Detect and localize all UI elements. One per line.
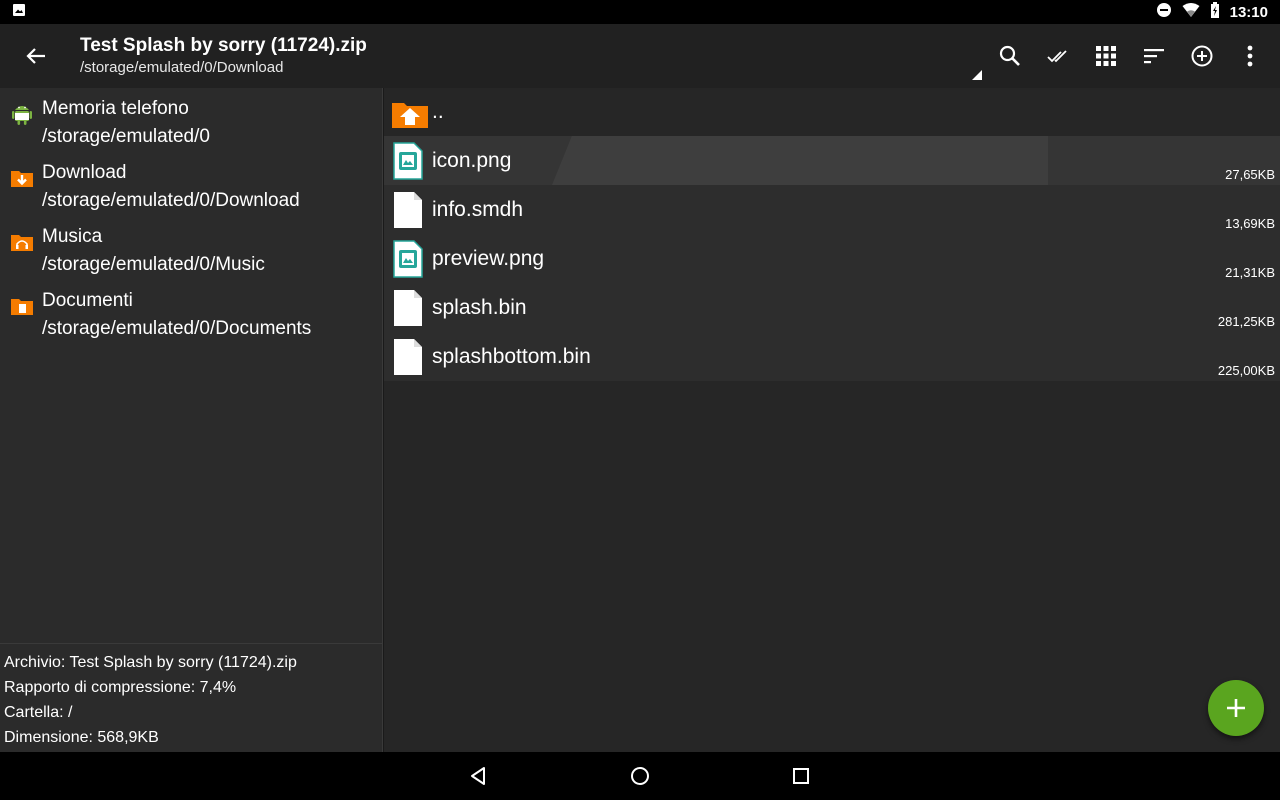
bookmark-music[interactable]: Musica /storage/emulated/0/Music — [0, 216, 382, 280]
file-name: .. — [432, 100, 444, 123]
more-vert-icon — [1247, 45, 1253, 67]
add-button[interactable] — [1178, 32, 1226, 80]
parent-folder-row[interactable]: .. — [384, 88, 1280, 136]
page-title: Test Splash by sorry (11724).zip — [80, 35, 367, 56]
path-dropdown-indicator[interactable] — [972, 70, 982, 80]
generic-file-icon — [392, 190, 424, 230]
android-icon — [10, 102, 34, 126]
file-name: info.smdh — [432, 197, 524, 221]
nav-back-icon — [471, 767, 485, 785]
file-list-pane: .. icon.png 27,65KB info.smdh 13,69KB pr… — [384, 88, 1280, 752]
do-not-disturb-icon — [1156, 2, 1172, 23]
status-time: 13:10 — [1229, 3, 1268, 21]
nav-recents-button[interactable] — [777, 752, 825, 800]
search-icon — [999, 45, 1020, 66]
image-file-icon — [392, 141, 424, 181]
file-size: 281,25KB — [1217, 314, 1275, 329]
file-name: splashbottom.bin — [432, 344, 591, 368]
plus-icon — [1227, 699, 1245, 717]
image-notification-icon — [12, 3, 26, 22]
bookmark-documents[interactable]: Documenti /storage/emulated/0/Documents — [0, 280, 382, 344]
bookmark-path: /storage/emulated/0/Download — [42, 190, 300, 211]
archive-info-panel: Archivio: Test Splash by sorry (11724).z… — [0, 643, 383, 752]
grid-view-icon — [1096, 46, 1116, 66]
sort-button[interactable] — [1130, 32, 1178, 80]
archive-name: Archivio: Test Splash by sorry (11724).z… — [4, 654, 297, 671]
select-all-icon — [1047, 50, 1067, 63]
selection-highlight — [552, 136, 1048, 185]
status-bar: 13:10 — [0, 0, 1280, 24]
search-button[interactable] — [986, 32, 1034, 80]
folder-up-icon — [392, 92, 428, 132]
arrow-back-icon — [26, 48, 45, 64]
file-row[interactable]: splashbottom.bin 225,00KB — [384, 332, 1280, 381]
file-row[interactable]: preview.png 21,31KB — [384, 234, 1280, 283]
generic-file-icon — [392, 288, 424, 328]
file-name: preview.png — [432, 246, 545, 270]
bookmark-name: Download — [42, 162, 127, 183]
overflow-menu-button[interactable] — [1226, 32, 1274, 80]
back-button[interactable] — [0, 24, 72, 88]
file-size: 13,69KB — [1225, 216, 1275, 231]
toolbar-actions — [986, 24, 1274, 88]
generic-file-icon — [392, 337, 424, 377]
grid-view-button[interactable] — [1082, 32, 1130, 80]
battery-icon — [1210, 1, 1220, 23]
music-folder-icon — [10, 230, 34, 254]
page-subtitle: /storage/emulated/0/Download — [80, 59, 284, 76]
file-row[interactable]: splash.bin 281,25KB — [384, 283, 1280, 332]
current-folder: Cartella: / — [4, 704, 73, 721]
nav-back-button[interactable] — [454, 752, 502, 800]
navigation-bar — [0, 752, 1280, 800]
download-folder-icon — [10, 166, 34, 190]
add-fab-button[interactable] — [1208, 680, 1264, 736]
nav-home-button[interactable] — [616, 752, 664, 800]
wifi-icon — [1182, 2, 1200, 23]
title-block[interactable]: Test Splash by sorry (11724).zip /storag… — [80, 34, 367, 78]
file-name: splash.bin — [432, 295, 527, 319]
bookmark-path: /storage/emulated/0/Documents — [42, 318, 312, 339]
file-size: 27,65KB — [1225, 167, 1275, 182]
image-file-icon — [392, 239, 424, 279]
nav-home-icon — [631, 767, 649, 785]
file-row[interactable]: icon.png 27,65KB — [384, 136, 1280, 185]
app-root: 13:10 Test Splash by sorry (11724).zip /… — [0, 0, 1280, 800]
bookmark-name: Documenti — [42, 290, 133, 311]
file-row[interactable]: info.smdh 13,69KB — [384, 185, 1280, 234]
file-size: 21,31KB — [1225, 265, 1275, 280]
nav-recents-icon — [793, 768, 809, 784]
select-all-button[interactable] — [1034, 32, 1082, 80]
bookmark-path: /storage/emulated/0 — [42, 126, 210, 147]
bookmark-name: Musica — [42, 226, 103, 247]
file-size: 225,00KB — [1217, 363, 1275, 378]
bookmark-path: /storage/emulated/0/Music — [42, 254, 265, 275]
app-bar: Test Splash by sorry (11724).zip /storag… — [0, 24, 1280, 88]
bookmarks-pane: Memoria telefono /storage/emulated/0 Dow… — [0, 88, 383, 752]
archive-size: Dimensione: 568,9KB — [4, 729, 159, 746]
compression-ratio: Rapporto di compressione: 7,4% — [4, 679, 237, 696]
bookmark-phone-memory[interactable]: Memoria telefono /storage/emulated/0 — [0, 88, 382, 152]
documents-folder-icon — [10, 294, 34, 318]
sort-icon — [1144, 49, 1164, 64]
bookmark-download[interactable]: Download /storage/emulated/0/Download — [0, 152, 382, 216]
bookmark-name: Memoria telefono — [42, 98, 189, 119]
file-name: icon.png — [432, 148, 512, 172]
add-circle-icon — [1191, 45, 1213, 67]
